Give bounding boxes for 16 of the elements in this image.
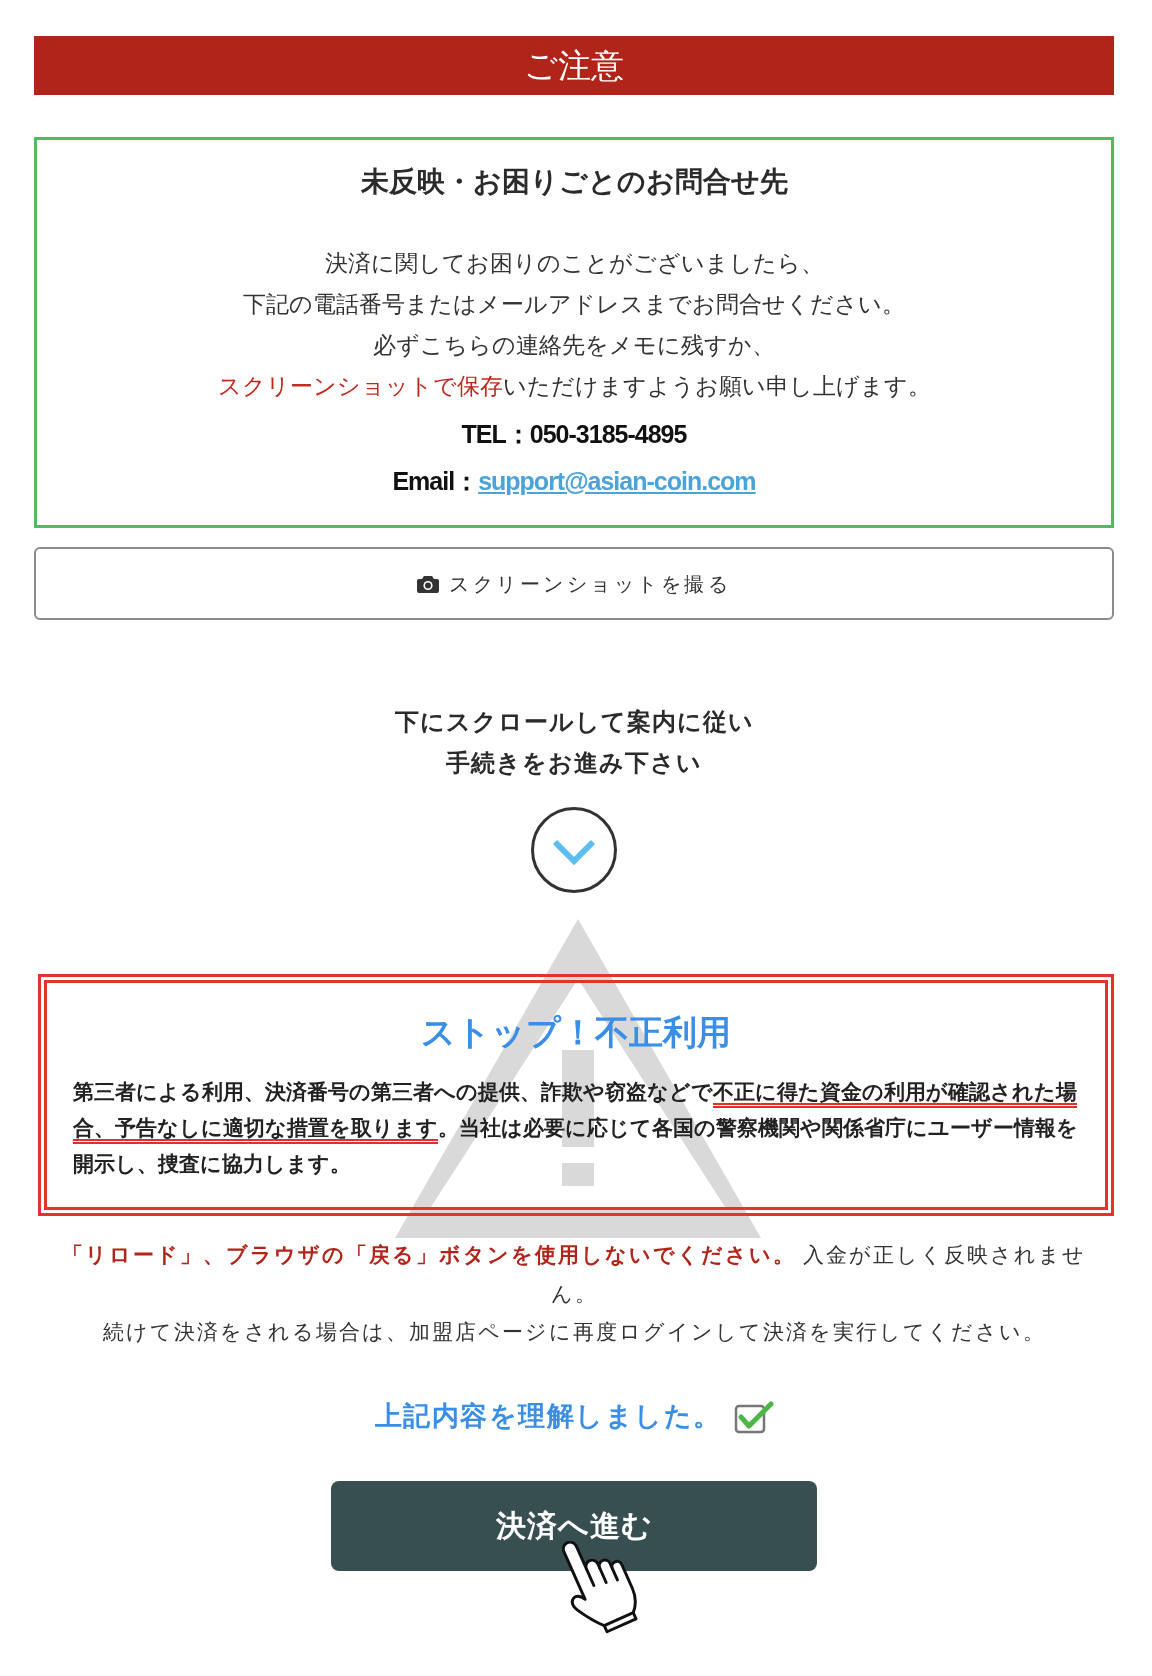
hand-pointer-icon xyxy=(562,1540,638,1634)
proceed-button[interactable]: 決済へ進む xyxy=(331,1480,817,1571)
screenshot-button[interactable]: スクリーンショットを撮る xyxy=(34,547,1114,620)
phone-number: 050-3185-4895 xyxy=(529,418,687,450)
banner-title: ご注意 xyxy=(524,49,624,82)
notice-text: 「リロード」、ブラウザの「戻る」ボタンを使用しないでください。 入金が正しく反映されません。 続けて決済をされる場合は、加盟店ページに再度ログインして決済を実行してください。 xyxy=(60,1242,1088,1345)
contact-label: Email： xyxy=(392,465,479,497)
fraud-title: ストップ！不正利用 xyxy=(420,1012,732,1053)
contact-message: 決済に関してお困りのことがございましたら、 下記の電話番号またはメールアドレスまでお問合せください。 必ずこちらの連絡先をメモに残すか、 スクリーンショットで保存いただけますようお願い申し上げます。 xyxy=(217,250,931,401)
camera-icon xyxy=(417,574,439,593)
chevron-down-icon xyxy=(531,807,617,893)
fraud-message: 第三者による利用、決済番号の第三者への提供、詐欺や窃盗などで不正に得た資金の利用が確認された場合、予告なしに適切な措置を取ります。当社は必要に応じて各国の警察機関や関係省庁にユーザー情報を開示し、捜査に協力します。 xyxy=(73,1079,1079,1177)
scroll-hint: 下にスクロールして案内に従い 手続きをお進み下さい xyxy=(393,707,755,778)
checkbox[interactable] xyxy=(733,1399,774,1434)
contact-label: TEL： xyxy=(461,418,530,450)
contact-title: 未反映・お困りごとのお問合せ先 xyxy=(360,165,788,199)
